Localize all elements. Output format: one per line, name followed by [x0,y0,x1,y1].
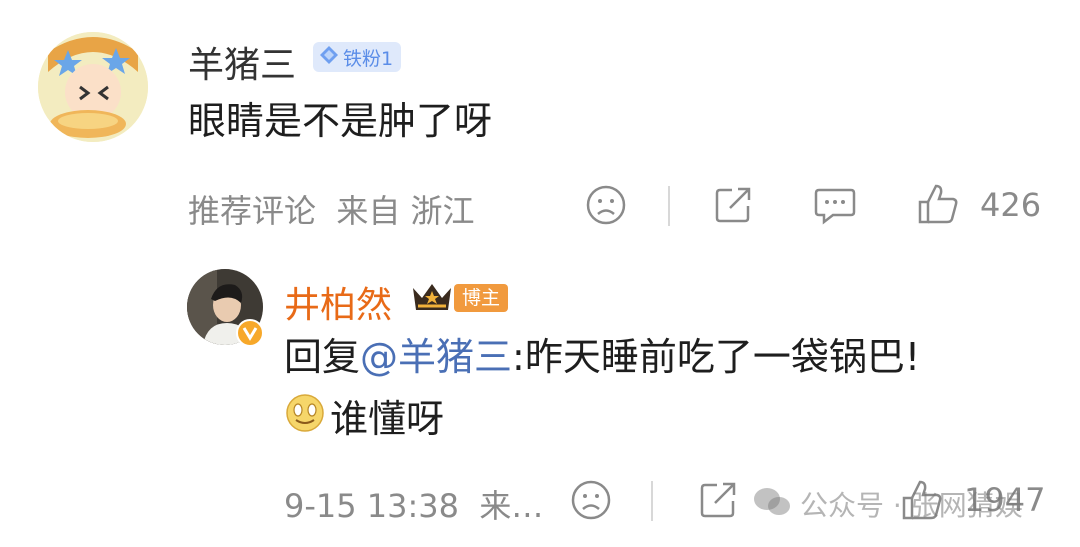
commenter-avatar[interactable] [38,32,148,142]
watermark-text: 公众号 · 张网猜娱 [800,489,1023,522]
comment-like-count: 426 [980,186,1042,224]
verified-v-badge [236,319,264,347]
comment-meta: 推荐评论 来自 浙江 [188,192,475,230]
watermark: 公众号 · 张网猜娱 [752,484,1023,524]
reply-text: :昨天睡前吃了一袋锅巴! [512,335,921,379]
comment-bubble-icon [814,188,856,225]
share-icon [715,187,751,223]
fan-level-badge: 铁粉1 [313,42,402,72]
mention-link[interactable]: @羊猪三 [360,335,512,379]
action-divider [668,186,670,226]
commenter-username[interactable]: 羊猪三 [188,36,296,88]
fan-badge-label: 铁粉1 [343,47,394,70]
share-icon [700,482,736,518]
grin-emoji-icon [284,392,326,447]
reply-dislike-button[interactable] [570,479,612,521]
reply-button[interactable] [813,184,857,226]
reply-meta: 9-15 13:38 来… [284,487,544,525]
share-button[interactable] [712,184,754,226]
reply-author-username[interactable]: 井柏然 [284,276,392,328]
reply-text-2: 谁懂呀 [330,397,445,441]
diamond-icon [319,45,339,70]
reply-text-line1: 回复@羊猪三:昨天睡前吃了一袋锅巴! [284,332,920,383]
comment-text: 眼睛是不是肿了呀 [188,99,493,143]
wechat-icon [752,485,792,523]
reply-action-divider [651,481,653,521]
reply-text-line2: 谁懂呀 [284,392,444,447]
frown-face-icon [586,185,626,225]
thumbs-up-icon [918,184,958,224]
dislike-button[interactable] [585,184,627,226]
crown-icon [410,280,454,318]
reply-share-button[interactable] [697,479,739,521]
frown-face-icon [571,480,611,520]
blogger-badge: 博主 [454,284,509,312]
like-button[interactable] [916,182,960,226]
reply-prefix: 回复 [284,335,361,379]
